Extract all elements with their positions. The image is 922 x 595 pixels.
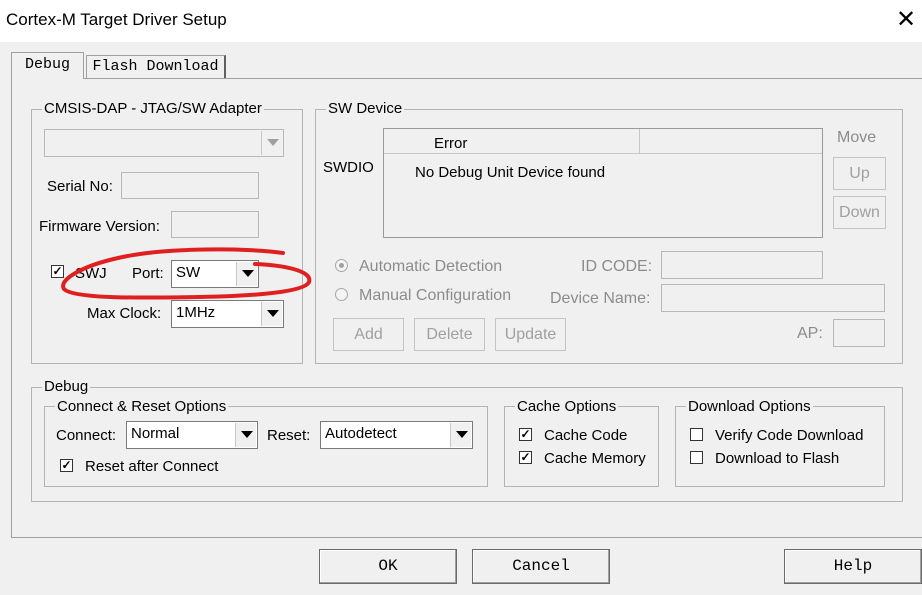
red-annotation-ellipse <box>61 247 312 300</box>
tab-debug[interactable]: Debug <box>11 52 84 79</box>
